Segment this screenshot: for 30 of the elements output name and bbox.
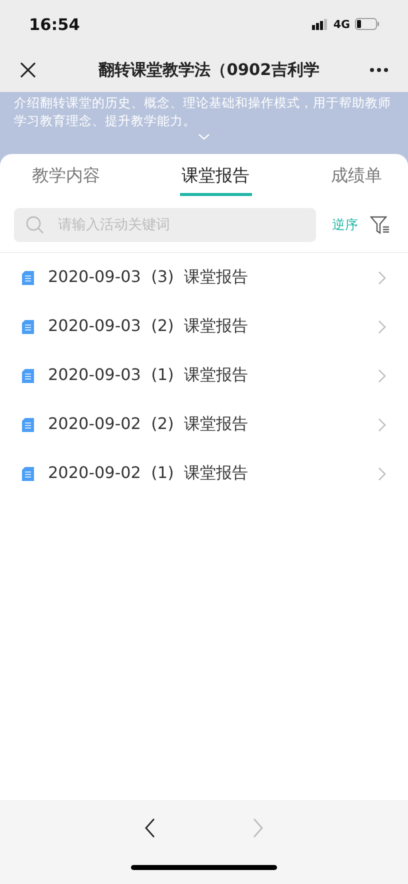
chevron-right-icon [378, 466, 386, 480]
chevron-left-icon [144, 818, 156, 838]
chevron-right-icon [252, 818, 264, 838]
report-item[interactable]: 2020-09-03 (3) 课堂报告 [0, 253, 408, 302]
status-time: 16:54 [29, 14, 80, 34]
report-item[interactable]: 2020-09-03 (2) 课堂报告 [0, 302, 408, 351]
tab[interactable]: 成绩单 [329, 160, 384, 196]
chevron-right-icon [378, 418, 386, 432]
chevron-right-icon [378, 368, 386, 382]
document-icon [22, 320, 34, 334]
search-icon [26, 216, 44, 234]
document-icon [22, 368, 34, 382]
report-item[interactable]: 2020-09-02 (2) 课堂报告 [0, 400, 408, 449]
chevron-right-icon [378, 320, 386, 334]
signal-icon [312, 18, 328, 30]
tab[interactable]: 课堂报告 [180, 160, 252, 196]
more-icon[interactable] [370, 68, 388, 72]
document-icon [22, 270, 34, 284]
battery-icon [355, 18, 380, 30]
report-item[interactable]: 2020-09-02 (1) 课堂报告 [0, 449, 408, 498]
network-label: 4G [333, 18, 350, 30]
course-description: 介绍翻转课堂的历史、概念、理论基础和操作模式，用于帮助教师学习教育理念、提升教学能力。 [14, 94, 392, 130]
page-title: 翻转课堂教学法（0902吉利学 [97, 60, 320, 80]
close-icon[interactable] [20, 62, 36, 78]
chevron-right-icon [378, 270, 386, 284]
document-icon [22, 418, 34, 432]
report-item[interactable]: 2020-09-03 (1) 课堂报告 [0, 351, 408, 400]
document-icon [22, 466, 34, 480]
tab[interactable]: 教学内容 [30, 160, 102, 196]
filter-icon[interactable] [370, 216, 390, 234]
